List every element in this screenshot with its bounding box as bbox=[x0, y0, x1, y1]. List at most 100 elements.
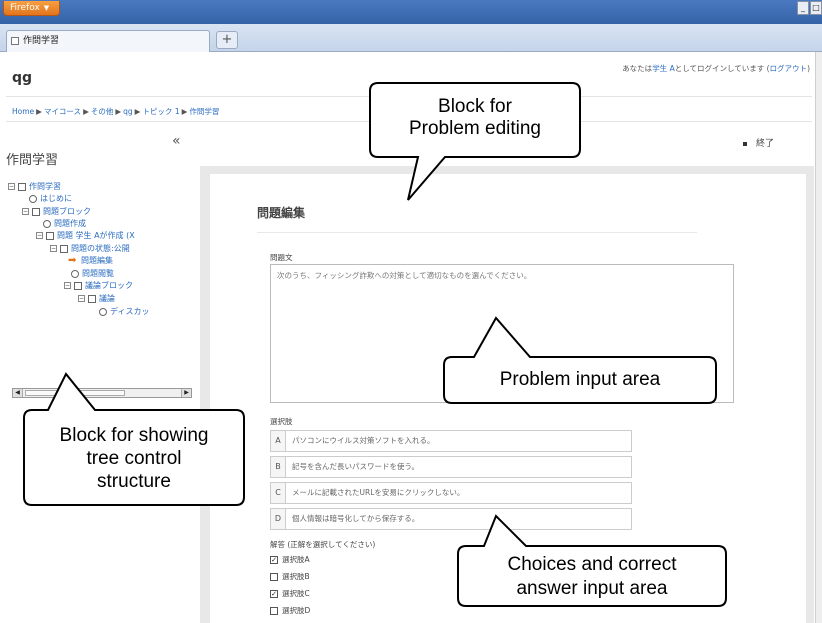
tree-horizontal-scrollbar[interactable]: ◀ ▶ bbox=[12, 388, 192, 398]
answer-option-label: 選択肢C bbox=[282, 589, 310, 598]
choice-input[interactable]: パソコンにウイルス対策ソフトを入れる。 bbox=[286, 430, 632, 452]
choice-letter: B bbox=[270, 456, 286, 478]
answer-option[interactable]: ✓ 選択肢A bbox=[270, 554, 310, 565]
maximize-button[interactable]: □ bbox=[810, 1, 822, 15]
tree-item-label: 議論 bbox=[99, 294, 115, 303]
callout-problem-editing-text: Block for Problem editing bbox=[370, 96, 580, 140]
page-scrollbar[interactable] bbox=[815, 52, 822, 623]
choice-input[interactable]: メールに記載されたURLを安易にクリックしない。 bbox=[286, 482, 632, 504]
breadcrumb-arrow-icon: ▶ bbox=[181, 107, 188, 116]
question-label: 問題文 bbox=[270, 253, 293, 262]
tree-item-label: ディスカッ bbox=[110, 307, 150, 316]
breadcrumb-other[interactable]: その他 bbox=[91, 107, 114, 116]
tree-item-problem-block[interactable]: − 問題ブロック bbox=[22, 207, 91, 217]
breadcrumb-arrow-icon: ▶ bbox=[134, 107, 141, 116]
callout-line: Block for bbox=[438, 96, 512, 117]
tree-item-discussion-block[interactable]: − 議論ブロック bbox=[64, 281, 133, 291]
tree-item-root[interactable]: − 作問学習 bbox=[8, 182, 61, 192]
tree-collapse-icon[interactable]: − bbox=[8, 183, 15, 190]
new-tab-button[interactable]: + bbox=[216, 31, 238, 49]
callout-line: Choices and correct bbox=[507, 554, 677, 575]
chevron-down-icon: ▼ bbox=[43, 4, 50, 12]
tree-item-discussion[interactable]: − 議論 bbox=[78, 294, 115, 304]
scroll-right-icon[interactable]: ▶ bbox=[181, 389, 191, 397]
square-icon bbox=[743, 141, 747, 146]
choice-row: A パソコンにウイルス対策ソフトを入れる。 bbox=[270, 430, 632, 452]
leaf-circle-icon bbox=[71, 269, 79, 278]
answer-option-label: 選択肢A bbox=[282, 555, 310, 564]
leaf-circle-icon bbox=[29, 194, 37, 203]
firefox-menu-label: Firefox bbox=[10, 3, 40, 13]
breadcrumb-my-courses[interactable]: マイコース bbox=[44, 107, 81, 116]
tree-item-label: はじめに bbox=[40, 194, 72, 203]
answer-checkbox[interactable]: ✓ bbox=[270, 590, 278, 598]
breadcrumb-topic[interactable]: トピック 1 bbox=[142, 107, 179, 116]
choice-row: B 記号を含んだ長いパスワードを使う。 bbox=[270, 456, 632, 478]
folder-checkbox-icon bbox=[46, 231, 54, 240]
tree-collapse-icon[interactable]: − bbox=[78, 295, 85, 302]
breadcrumb-home[interactable]: Home bbox=[12, 107, 34, 116]
tree-item-label: 問題の状態:公開 bbox=[71, 244, 130, 253]
folder-checkbox-icon bbox=[60, 244, 68, 253]
callout-choices-answer-text: Choices and correct answer input area bbox=[458, 553, 726, 601]
tree-item-edit-problem[interactable]: ➡ 問題編集 bbox=[68, 256, 113, 266]
tree-item-discussion-thread[interactable]: ディスカッ bbox=[99, 307, 149, 317]
folder-checkbox-icon bbox=[18, 182, 26, 191]
answer-checkbox[interactable]: ✓ bbox=[270, 556, 278, 564]
tree-collapse-icon[interactable]: − bbox=[50, 245, 57, 252]
breadcrumb-arrow-icon: ▶ bbox=[36, 107, 42, 116]
login-prefix: あなたは bbox=[622, 64, 653, 73]
tree-item-view-problem[interactable]: 問題閲覧 bbox=[71, 269, 114, 279]
breadcrumb-course[interactable]: qg bbox=[123, 107, 133, 116]
login-info: あなたは学生 Aとしてログインしています (ログアウト) bbox=[622, 63, 810, 74]
heading-divider bbox=[257, 232, 697, 233]
tree-item-intro[interactable]: はじめに bbox=[29, 194, 72, 204]
tree-item-problem-state[interactable]: − 問題の状態:公開 bbox=[50, 244, 130, 254]
tree-collapse-icon[interactable]: − bbox=[64, 282, 71, 289]
tree-item-create-problem[interactable]: 問題作成 bbox=[43, 219, 86, 229]
minimize-button[interactable]: _ bbox=[797, 1, 809, 15]
folder-checkbox-icon bbox=[74, 281, 82, 290]
scroll-thumb[interactable] bbox=[25, 390, 125, 396]
browser-tab[interactable]: 作問学習 bbox=[6, 30, 210, 52]
tree-collapse-icon[interactable]: − bbox=[22, 208, 29, 215]
answer-option-label: 選択肢B bbox=[282, 572, 310, 581]
tree-item-problem-by-student[interactable]: − 問題 学生 Aが作成 (X bbox=[36, 231, 135, 241]
choice-letter: A bbox=[270, 430, 286, 452]
tree-item-label: 作問学習 bbox=[29, 182, 61, 191]
choice-input[interactable]: 個人情報は暗号化してから保存する。 bbox=[286, 508, 632, 530]
tab-title: 作問学習 bbox=[23, 36, 60, 46]
tree-item-label: 問題閲覧 bbox=[82, 269, 114, 278]
choice-letter: C bbox=[270, 482, 286, 504]
choice-letter: D bbox=[270, 508, 286, 530]
scroll-left-icon[interactable]: ◀ bbox=[13, 389, 23, 397]
choice-input[interactable]: 記号を含んだ長いパスワードを使う。 bbox=[286, 456, 632, 478]
browser-titlebar: Firefox ▼ _ □ bbox=[0, 0, 822, 24]
firefox-menu-button[interactable]: Firefox ▼ bbox=[3, 1, 60, 16]
leaf-circle-icon bbox=[43, 219, 51, 228]
callout-line: answer input area bbox=[516, 578, 668, 599]
answer-option[interactable]: 選択肢B bbox=[270, 571, 310, 582]
breadcrumb-current[interactable]: 作問学習 bbox=[189, 107, 219, 116]
editor-heading: 問題編集 bbox=[257, 206, 306, 220]
logout-link[interactable]: ログアウト bbox=[770, 64, 808, 73]
callout-tree-control-text: Block for showing tree control structure bbox=[24, 424, 244, 493]
tree-item-label: 問題 学生 Aが作成 (X bbox=[57, 231, 135, 240]
answer-option[interactable]: 選択肢D bbox=[270, 605, 310, 616]
answer-checkbox[interactable] bbox=[270, 573, 278, 581]
end-button-label: 終了 bbox=[756, 139, 775, 149]
callout-line: Block for showing bbox=[59, 425, 209, 446]
window-controls: _ □ bbox=[797, 1, 822, 15]
end-button[interactable]: 終了 bbox=[743, 136, 774, 149]
collapse-block-icon[interactable]: « bbox=[172, 133, 181, 149]
tree-control-block: − 作問学習 はじめに − 問題ブロック 問題作成 − 問題 学生 Aが作成 (X −… bbox=[6, 170, 196, 410]
tree-item-label: 議論ブロック bbox=[85, 281, 133, 290]
choice-row: D 個人情報は暗号化してから保存する。 bbox=[270, 508, 632, 530]
answer-checkbox[interactable] bbox=[270, 607, 278, 615]
user-link[interactable]: 学生 A bbox=[652, 64, 675, 73]
callout-line: tree control bbox=[86, 448, 182, 469]
tree-block-title: 作問学習 bbox=[6, 153, 59, 168]
callout-problem-input-text: Problem input area bbox=[499, 369, 661, 390]
tree-collapse-icon[interactable]: − bbox=[36, 232, 43, 239]
answer-option[interactable]: ✓ 選択肢C bbox=[270, 588, 310, 599]
